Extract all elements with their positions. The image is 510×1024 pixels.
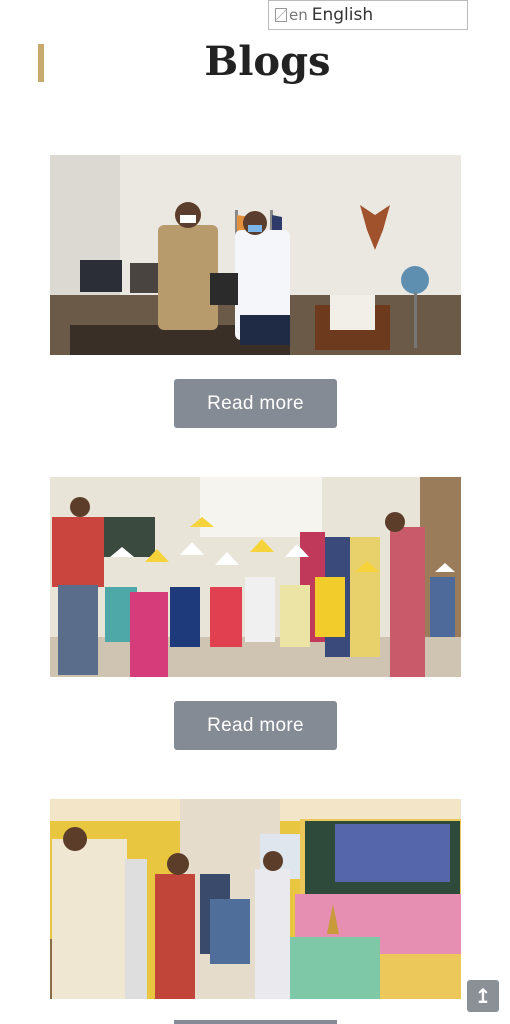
page-title: Blogs	[204, 38, 331, 85]
language-label: English	[311, 5, 374, 25]
language-select[interactable]: en English	[268, 0, 468, 30]
flag-icon: en	[275, 6, 308, 24]
blog-image-3[interactable]	[50, 799, 461, 999]
arrow-up-icon: ↥	[474, 984, 492, 1008]
blog-image-2[interactable]	[50, 477, 461, 677]
read-more-button-3[interactable]	[174, 1020, 337, 1024]
scroll-to-top-button[interactable]: ↥	[467, 980, 499, 1012]
read-more-button-1[interactable]: Read more	[174, 379, 337, 428]
blog-image-1[interactable]	[50, 155, 461, 355]
read-more-button-2[interactable]: Read more	[174, 701, 337, 750]
